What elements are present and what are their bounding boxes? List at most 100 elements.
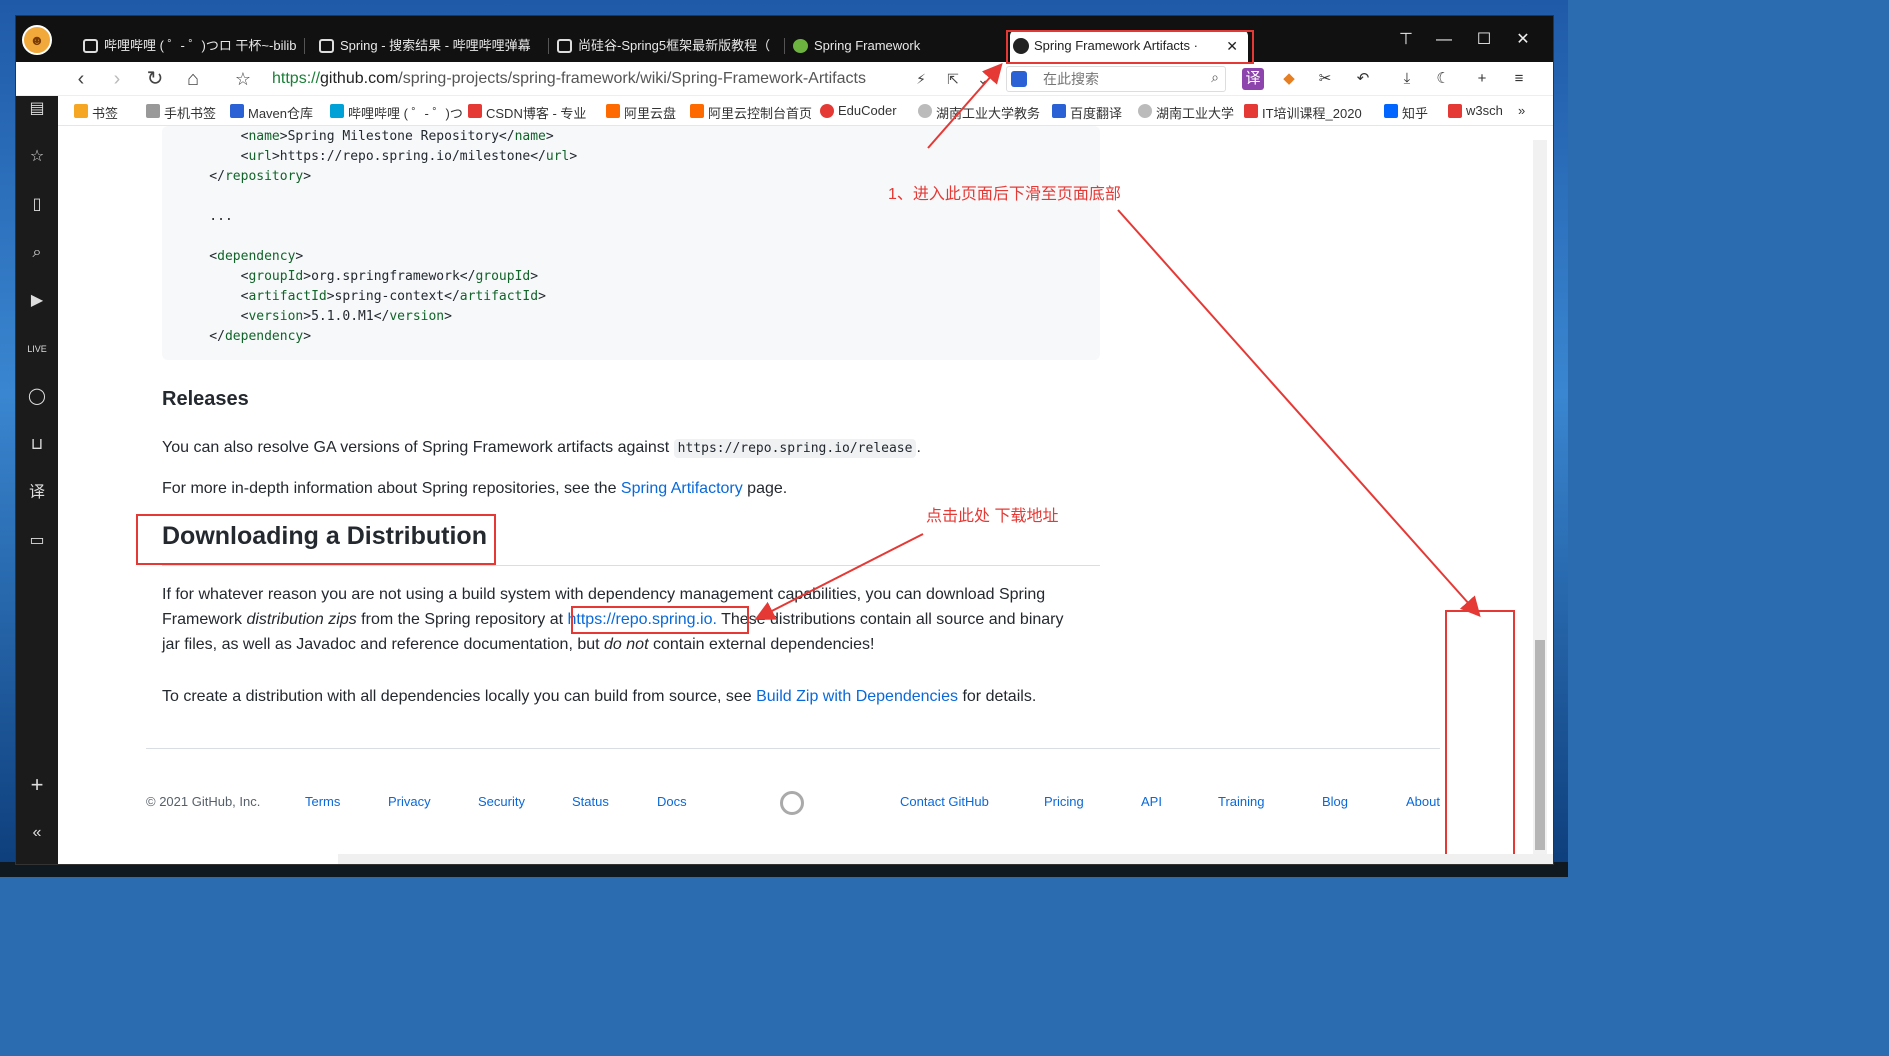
tab-spring-search[interactable]: Spring - 搜索结果 - 哔哩哔哩弹幕 bbox=[316, 30, 544, 62]
navigation-toolbar: ‹ › ↻ ⌂ ☆ https://github.com/spring-proj… bbox=[16, 62, 1553, 96]
bookmark-label: 哔哩哔哩 ( ゜- ゜)つ bbox=[348, 106, 463, 121]
scissors-icon[interactable]: ✂ bbox=[1314, 68, 1336, 90]
search-engine-icon[interactable] bbox=[1011, 71, 1027, 87]
chevron-down-icon[interactable]: ⌄ bbox=[970, 66, 996, 92]
chat-icon[interactable]: ◯ bbox=[26, 386, 48, 408]
back-icon[interactable]: ‹ bbox=[68, 66, 94, 92]
minimize-button[interactable]: — bbox=[1432, 28, 1456, 52]
bookmark-item[interactable]: 手机书签 bbox=[146, 103, 216, 122]
text: . bbox=[916, 439, 921, 456]
bookmark-item[interactable]: 湖南工业大学 bbox=[1138, 103, 1234, 122]
footer-link-training[interactable]: Training bbox=[1218, 794, 1264, 809]
github-logo-icon[interactable] bbox=[780, 791, 804, 815]
bookmark-label: 阿里云控制台首页 bbox=[708, 106, 813, 121]
cart-icon[interactable]: ⊔ bbox=[26, 434, 48, 456]
tab-label: 哔哩哔哩 ( ゜- ゜)つロ 干杯~-bilib bbox=[104, 38, 297, 53]
live-icon[interactable]: LIVE bbox=[26, 338, 48, 360]
footer-link-pricing[interactable]: Pricing bbox=[1044, 794, 1084, 809]
highlight-box-tab bbox=[1006, 30, 1254, 64]
search-input[interactable] bbox=[1043, 70, 1203, 88]
tab-spring5-course[interactable]: 尚硅谷-Spring5框架最新版教程（ bbox=[554, 30, 780, 62]
night-mode-icon[interactable]: ☾ bbox=[1432, 68, 1454, 90]
footer-link-blog[interactable]: Blog bbox=[1322, 794, 1348, 809]
bookmark-item[interactable]: IT培训课程_2020 bbox=[1244, 103, 1362, 122]
bookmark-item[interactable]: 哔哩哔哩 ( ゜- ゜)つ bbox=[330, 103, 463, 122]
bookmark-label: 手机书签 bbox=[164, 106, 217, 121]
url-path: /spring-projects/spring-framework/wiki/S… bbox=[398, 70, 866, 87]
bookmark-item[interactable]: 阿里云控制台首页 bbox=[690, 103, 812, 122]
tab-label: Spring - 搜索结果 - 哔哩哔哩弹幕 bbox=[340, 38, 531, 53]
tab-divider bbox=[548, 38, 549, 54]
tab-spring-framework[interactable]: Spring Framework bbox=[790, 30, 1000, 62]
footer-link-security[interactable]: Security bbox=[478, 794, 525, 809]
add-sidebar-icon[interactable]: + bbox=[26, 774, 48, 796]
bookmark-item[interactable]: CSDN博客 - 专业 bbox=[468, 103, 586, 122]
menu-icon[interactable]: ≡ bbox=[1508, 68, 1530, 90]
bookmark-item[interactable]: 阿里云盘 bbox=[606, 103, 676, 122]
footer-link-docs[interactable]: Docs bbox=[657, 794, 687, 809]
bookmark-label: EduCoder bbox=[838, 103, 897, 118]
code-line: </dependency> bbox=[178, 329, 312, 344]
url-scheme: https:// bbox=[272, 70, 321, 87]
favorites-star-icon[interactable]: ☆ bbox=[26, 146, 48, 168]
footer-link-about[interactable]: About bbox=[1406, 794, 1440, 809]
translate-icon[interactable]: 译 bbox=[1242, 68, 1264, 90]
briefcase-icon[interactable]: ▭ bbox=[26, 530, 48, 552]
address-bar[interactable]: https://github.com/spring-projects/sprin… bbox=[272, 68, 892, 90]
spring-artifactory-link[interactable]: Spring Artifactory bbox=[621, 480, 743, 497]
bookmark-item[interactable]: 湖南工业大学教务 bbox=[918, 103, 1040, 122]
reload-icon[interactable]: ↻ bbox=[142, 66, 168, 92]
bookmark-item[interactable]: 百度翻译 bbox=[1052, 103, 1122, 122]
taskbar[interactable] bbox=[0, 862, 1568, 877]
book-icon[interactable]: ▯ bbox=[26, 194, 48, 216]
text: from the Spring repository at bbox=[356, 611, 568, 628]
footer-link-privacy[interactable]: Privacy bbox=[388, 794, 431, 809]
footer-link-status[interactable]: Status bbox=[572, 794, 609, 809]
csdn-icon bbox=[468, 104, 482, 118]
code-line: <artifactId>spring-context</artifactId> bbox=[178, 289, 546, 304]
bookmark-item[interactable]: Maven仓库 bbox=[230, 103, 313, 122]
bookmark-label: CSDN博客 - 专业 bbox=[486, 106, 587, 121]
footer-link-contact[interactable]: Contact GitHub bbox=[900, 794, 989, 809]
tab-bilibili[interactable]: 哔哩哔哩 ( ゜- ゜)つロ 干杯~-bilib bbox=[80, 30, 300, 62]
bookmark-item[interactable]: 书签 bbox=[74, 103, 118, 122]
forward-icon[interactable]: › bbox=[104, 66, 130, 92]
browser-logo-icon[interactable]: ☻ bbox=[22, 25, 52, 55]
footer-link-terms[interactable]: Terms bbox=[305, 794, 340, 809]
download-icon[interactable]: ⤓ bbox=[1396, 68, 1418, 90]
code-line: <groupId>org.springframework</groupId> bbox=[178, 269, 539, 284]
globe-icon bbox=[1138, 104, 1152, 118]
close-window-button[interactable]: ✕ bbox=[1511, 28, 1535, 52]
bookmark-star-icon[interactable]: ☆ bbox=[230, 66, 256, 92]
translate-sidebar-icon[interactable]: 译 bbox=[26, 482, 48, 504]
search-icon[interactable]: ⌕ bbox=[1211, 69, 1219, 86]
collapse-sidebar-icon[interactable]: « bbox=[26, 822, 48, 844]
bilibili-icon bbox=[557, 39, 572, 53]
code-line: ... bbox=[178, 209, 233, 224]
undo-icon[interactable]: ↶ bbox=[1352, 68, 1374, 90]
arrow-to-scrollbar bbox=[1117, 209, 1481, 617]
build-zip-link[interactable]: Build Zip with Dependencies bbox=[756, 688, 958, 705]
video-icon[interactable]: ▶ bbox=[26, 290, 48, 312]
home-icon[interactable]: ⌂ bbox=[180, 66, 206, 92]
tshirt-icon[interactable]: ⊤ bbox=[1394, 28, 1418, 52]
bookmark-label: Maven仓库 bbox=[248, 106, 314, 121]
bookmark-label: 湖南工业大学 bbox=[1156, 106, 1235, 121]
build-paragraph: To create a distribution with all depend… bbox=[162, 684, 1036, 709]
annotation-step2: 点击此处 下载地址 bbox=[926, 508, 1059, 525]
search-box[interactable]: ⌕ bbox=[1006, 66, 1226, 92]
bookmark-item[interactable]: 知乎 bbox=[1384, 103, 1428, 122]
bookmark-item[interactable]: w3sch bbox=[1448, 103, 1503, 118]
new-tab-plus-icon[interactable]: + bbox=[1471, 68, 1493, 90]
lightning-icon[interactable]: ⚡ bbox=[908, 66, 934, 92]
bookmark-label: 阿里云盘 bbox=[624, 106, 677, 121]
search-sidebar-icon[interactable]: ⌕ bbox=[26, 242, 48, 264]
bookmarks-overflow-chevron-icon[interactable]: » bbox=[1518, 103, 1525, 118]
footer-link-api[interactable]: API bbox=[1141, 794, 1162, 809]
reader-icon[interactable]: ▤ bbox=[26, 98, 48, 120]
bookmark-item[interactable]: EduCoder bbox=[820, 103, 897, 118]
share-icon[interactable]: ⇱ bbox=[940, 66, 966, 92]
gamepad-icon[interactable]: ◆ bbox=[1278, 68, 1300, 90]
maximize-button[interactable]: ☐ bbox=[1472, 28, 1496, 52]
scrollbar-thumb[interactable] bbox=[1535, 640, 1545, 850]
